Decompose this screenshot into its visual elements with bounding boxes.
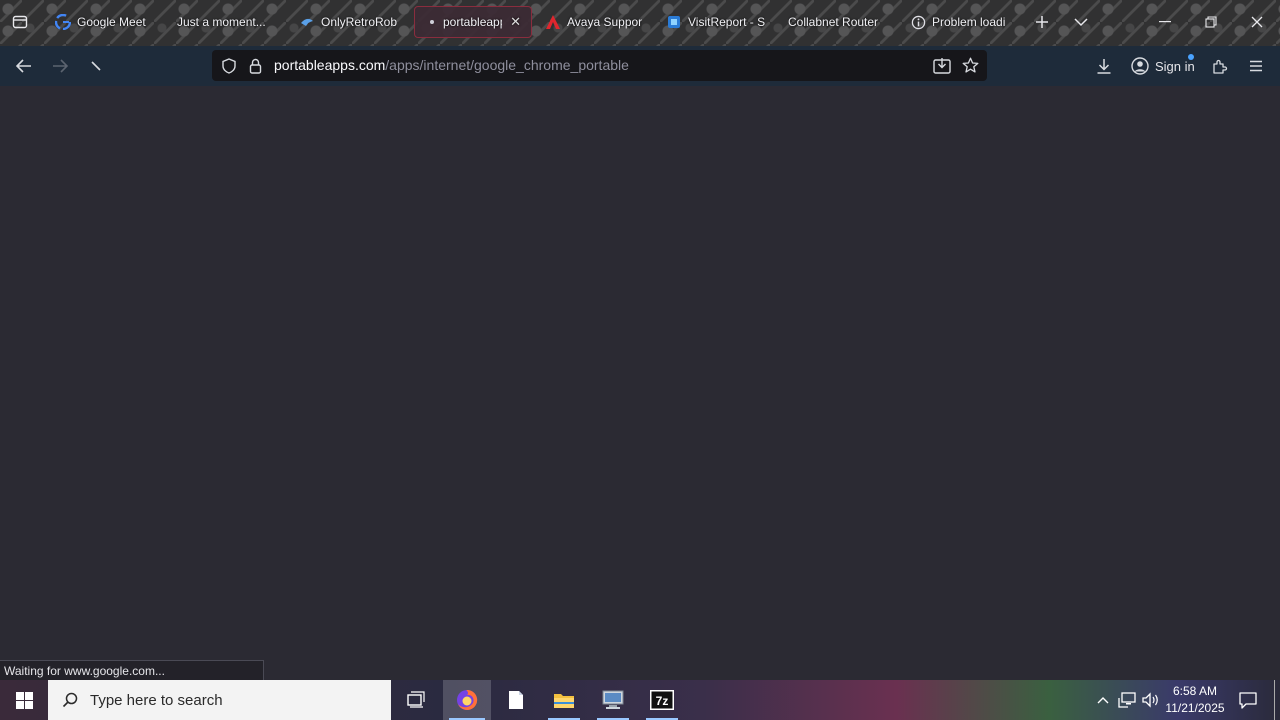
- start-windows-icon[interactable]: [0, 680, 48, 720]
- taskbar-notepad-document[interactable]: [494, 680, 538, 720]
- close-window-icon[interactable]: [1244, 10, 1270, 34]
- tab-list-chevron-down-icon[interactable]: [1068, 10, 1094, 34]
- taskbar-search-box[interactable]: Type here to search: [48, 680, 391, 720]
- url-path: /apps/internet/google_chrome_portable: [385, 56, 629, 73]
- install-page-icon[interactable]: [933, 57, 951, 74]
- taskbar-remote-desktop[interactable]: [591, 680, 635, 720]
- menu-hamburger-icon[interactable]: [1242, 52, 1270, 80]
- notification-dot-icon: [1188, 54, 1194, 60]
- page-content-area: [0, 86, 1280, 680]
- firefox-icon: [455, 688, 479, 712]
- task-view-icon[interactable]: [395, 680, 439, 720]
- tab-label: OnlyRetroRob: [321, 15, 398, 29]
- tracking-protection-shield-icon[interactable]: [221, 57, 237, 74]
- 7zip-icon: 7z: [650, 690, 674, 710]
- lock-icon[interactable]: [249, 58, 262, 74]
- url-domain: portableapps.com: [274, 56, 386, 73]
- search-icon: [62, 692, 78, 708]
- notification-center-icon[interactable]: [1234, 680, 1262, 720]
- visitreport-icon: [666, 14, 682, 30]
- bookmark-star-icon[interactable]: [962, 57, 979, 74]
- google-g-icon: [55, 14, 71, 30]
- clock-date: 11/21/2025: [1165, 701, 1225, 715]
- tab-collabnet-router[interactable]: Collabnet Router: [788, 6, 896, 38]
- stop-loading-icon[interactable]: [82, 52, 110, 80]
- tab-label: Problem loadi: [932, 15, 1006, 29]
- taskbar-7zip[interactable]: 7z: [640, 680, 684, 720]
- url-text[interactable]: portableapps.com/apps/internet/google_ch…: [274, 57, 629, 75]
- taskbar-clock[interactable]: 6:58 AM 11/21/2025: [1162, 683, 1228, 717]
- tab-label: Just a moment...: [177, 15, 266, 29]
- windows-taskbar: Type here to search 7z 6:58 AM 11/21/202…: [0, 680, 1280, 720]
- volume-speaker-icon[interactable]: [1140, 680, 1162, 720]
- tab-visitreport[interactable]: VisitReport - S: [666, 6, 774, 38]
- tab-strip: Google Meet Just a moment... OnlyRetroRo…: [0, 0, 1280, 46]
- tab-label: portableapp: [443, 15, 503, 29]
- account-avatar-icon: [1131, 57, 1149, 75]
- address-bar[interactable]: portableapps.com/apps/internet/google_ch…: [212, 50, 987, 81]
- minimize-icon[interactable]: [1152, 10, 1178, 34]
- status-panel: Waiting for www.google.com...: [0, 660, 264, 680]
- back-arrow-icon[interactable]: [10, 52, 38, 80]
- clock-time: 6:58 AM: [1172, 684, 1218, 698]
- search-placeholder: Type here to search: [90, 691, 223, 709]
- info-icon: [910, 14, 926, 30]
- extensions-puzzle-icon[interactable]: [1206, 52, 1234, 80]
- tab-onlyretrorob[interactable]: OnlyRetroRob: [299, 6, 411, 38]
- tab-label: Collabnet Router: [788, 15, 879, 29]
- tab-problem-loading[interactable]: Problem loadi: [910, 6, 1020, 38]
- sign-in-label: Sign in: [1155, 58, 1195, 74]
- restore-icon[interactable]: [1198, 10, 1224, 34]
- navigation-toolbar: portableapps.com/apps/internet/google_ch…: [0, 46, 1280, 86]
- tab-portableapps[interactable]: portableapp ✕: [414, 6, 532, 38]
- tab-google-meet[interactable]: Google Meet: [55, 6, 160, 38]
- svg-text:7z: 7z: [656, 694, 669, 708]
- forward-arrow-icon[interactable]: [46, 52, 74, 80]
- show-hidden-icons-chevron-up-icon[interactable]: [1092, 680, 1114, 720]
- retro-bird-icon: [299, 14, 315, 30]
- document-icon: [508, 690, 524, 710]
- show-desktop-button[interactable]: [1274, 680, 1280, 720]
- tab-overview-icon[interactable]: [7, 10, 33, 34]
- account-sign-in-button[interactable]: Sign in: [1131, 54, 1195, 78]
- network-icon[interactable]: [1116, 680, 1138, 720]
- folder-icon: [553, 691, 575, 709]
- tab-avaya-support[interactable]: Avaya Suppor: [545, 6, 655, 38]
- tab-close-icon[interactable]: ✕: [510, 14, 521, 30]
- loading-dot-icon: [427, 14, 437, 30]
- computer-icon: [601, 690, 625, 710]
- downloads-icon[interactable]: [1090, 52, 1118, 80]
- new-tab-plus-icon[interactable]: [1029, 10, 1055, 34]
- tab-label: VisitReport - S: [688, 15, 766, 29]
- tab-label: Avaya Suppor: [567, 15, 643, 29]
- tab-label: Google Meet: [77, 15, 146, 29]
- taskbar-file-explorer[interactable]: [542, 680, 586, 720]
- taskbar-firefox[interactable]: [443, 680, 491, 720]
- tab-just-a-moment[interactable]: Just a moment...: [177, 6, 292, 38]
- avaya-icon: [545, 14, 561, 30]
